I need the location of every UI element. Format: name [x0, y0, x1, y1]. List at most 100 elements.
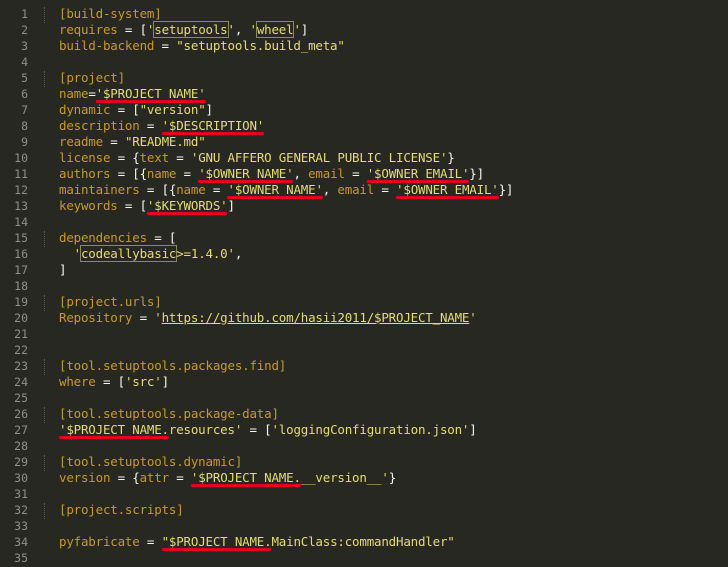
code-line[interactable]: 7 dynamic = ["version"] — [0, 102, 728, 118]
code-line[interactable]: 14 — [0, 214, 728, 230]
code-punctuation: } — [388, 470, 397, 485]
fold-guide — [44, 71, 46, 87]
code-line[interactable]: 19 [project.urls] — [0, 294, 728, 311]
code-string: >=1.4.0' — [176, 246, 235, 261]
line-code: build-backend = "setuptools.build_meta" — [59, 38, 345, 54]
code-line[interactable]: 28 — [0, 438, 728, 454]
code-key: license — [59, 150, 111, 165]
code-key: pyfabricate — [59, 534, 140, 549]
code-line[interactable]: 8 description = '$DESCRIPTION' — [0, 118, 728, 135]
code-line[interactable]: 18 — [0, 278, 728, 294]
line-number: 12 — [14, 183, 28, 197]
fold-guide — [44, 359, 46, 375]
code-line[interactable]: 6 name='$PROJECT_NAME' — [0, 86, 728, 103]
code-key: name — [146, 166, 177, 181]
code-line[interactable]: 2 requires = ['setuptools', 'wheel'] — [0, 21, 728, 38]
line-number: 11 — [14, 167, 28, 181]
code-line[interactable]: 5 [project] — [0, 70, 728, 87]
code-punctuation: , — [293, 166, 309, 181]
line-number: 29 — [14, 455, 28, 469]
code-key: dynamic — [59, 102, 111, 117]
code-line[interactable]: 26 [tool.setuptools.package-data] — [0, 406, 728, 423]
code-line[interactable]: 13 keywords = ['$KEYWORDS'] — [0, 198, 728, 215]
code-line[interactable]: 27 '$PROJECT_NAME.resources' = ['loggingC… — [0, 422, 728, 439]
code-key: readme — [59, 134, 103, 149]
code-line[interactable]: 34 pyfabricate = "$PROJECT_NAME.MainClass… — [0, 534, 728, 551]
line-number: 8 — [21, 119, 28, 133]
line-number: 15 — [14, 231, 28, 245]
code-punctuation: , — [322, 182, 338, 197]
code-line[interactable]: 4 — [0, 54, 728, 70]
code-line[interactable]: 20 Repository = 'https://github.com/hasii… — [0, 310, 728, 326]
line-number: 1 — [21, 7, 28, 21]
code-punctuation: ] — [59, 262, 67, 277]
code-string: 'src' — [124, 374, 162, 389]
line-code: dependencies = [ — [59, 230, 176, 246]
line-code: Repository = 'https://github.com/hasii20… — [59, 310, 477, 326]
code-line[interactable]: 33 — [0, 518, 728, 534]
code-punctuation: = [{ — [110, 166, 148, 181]
line-code: [tool.setuptools.dynamic] — [59, 454, 242, 470]
line-number: 32 — [14, 503, 28, 517]
line-number: 30 — [14, 471, 28, 485]
code-line[interactable]: 23 [tool.setuptools.packages.find] — [0, 358, 728, 375]
code-line[interactable]: 11 authors = [{name = '$OWNER_NAME', emai… — [0, 166, 728, 183]
code-punctuation: = [ — [117, 198, 147, 213]
code-punctuation: = [ — [110, 102, 140, 117]
code-line[interactable]: 1 [build-system] — [0, 6, 728, 23]
code-line[interactable]: 29 [tool.setuptools.dynamic] — [0, 454, 728, 471]
code-line[interactable]: 17] — [0, 262, 728, 278]
code-key: name — [59, 86, 89, 101]
code-key: attr — [139, 470, 170, 485]
code-punctuation: = — [139, 118, 162, 133]
code-string: '$OWNER_EMAIL' — [396, 182, 499, 197]
code-punctuation: = — [102, 134, 125, 149]
code-line[interactable]: 9 readme = "README.md" — [0, 134, 728, 150]
line-number: 14 — [14, 215, 28, 229]
code-string: codeallybasic — [79, 245, 178, 262]
code-key: authors — [59, 166, 111, 181]
code-key: [project.urls] — [59, 294, 162, 309]
code-string: "version" — [139, 102, 206, 117]
code-line[interactable]: 30 version = {attr = '$PROJECT_NAME.__ver… — [0, 470, 728, 487]
code-line[interactable]: 21 — [0, 326, 728, 342]
line-code: [project] — [59, 70, 125, 86]
code-string: '$PROJECT_NAME' — [95, 86, 206, 101]
code-line[interactable]: 24 where = ['src'] — [0, 374, 728, 390]
code-string: 'GNU AFFERO GENERAL PUBLIC LICENSE' — [190, 150, 448, 165]
code-string: '$OWNER_EMAIL' — [366, 166, 470, 181]
line-number: 4 — [21, 55, 28, 69]
code-string: ' — [293, 22, 301, 37]
code-line[interactable]: 32 [project.scripts] — [0, 502, 728, 519]
code-line[interactable]: 12 maintainers = [{name = '$OWNER_NAME', … — [0, 182, 728, 199]
line-number: 31 — [14, 487, 28, 501]
code-punctuation: ] — [300, 22, 309, 37]
code-editor[interactable]: 1 [build-system] 2 requires = ['setuptools'… — [0, 0, 728, 567]
code-line[interactable]: 22 — [0, 342, 728, 358]
code-punctuation: = — [374, 182, 397, 197]
code-punctuation: } — [447, 150, 455, 165]
line-number: 24 — [14, 375, 28, 389]
code-line[interactable]: 15 dependencies = [ — [0, 230, 728, 247]
fold-guide — [44, 295, 46, 311]
line-number: 10 — [14, 151, 28, 165]
code-line[interactable]: 3 build-backend = "setuptools.build_meta" — [0, 38, 728, 54]
line-number: 27 — [14, 423, 28, 437]
line-code: 'codeallybasic>=1.4.0', — [59, 245, 242, 262]
line-number: 20 — [14, 311, 28, 325]
code-line[interactable]: 10 license = {text = 'GNU AFFERO GENERAL … — [0, 150, 728, 166]
code-line[interactable]: 31 — [0, 486, 728, 502]
code-punctuation: = — [168, 470, 191, 485]
code-line[interactable]: 25 — [0, 390, 728, 406]
code-punctuation: ] — [161, 374, 170, 389]
code-line[interactable]: 35 — [0, 550, 728, 566]
code-key: version — [59, 470, 111, 485]
line-number: 28 — [14, 439, 28, 453]
fold-guide — [44, 231, 46, 247]
code-line[interactable]: 16 'codeallybasic>=1.4.0', — [0, 245, 728, 262]
fold-guide — [44, 455, 46, 471]
code-string: "README.md" — [124, 134, 206, 149]
line-number: 5 — [21, 71, 28, 85]
line-code: [tool.setuptools.packages.find] — [59, 358, 286, 374]
code-key: email — [337, 182, 375, 197]
